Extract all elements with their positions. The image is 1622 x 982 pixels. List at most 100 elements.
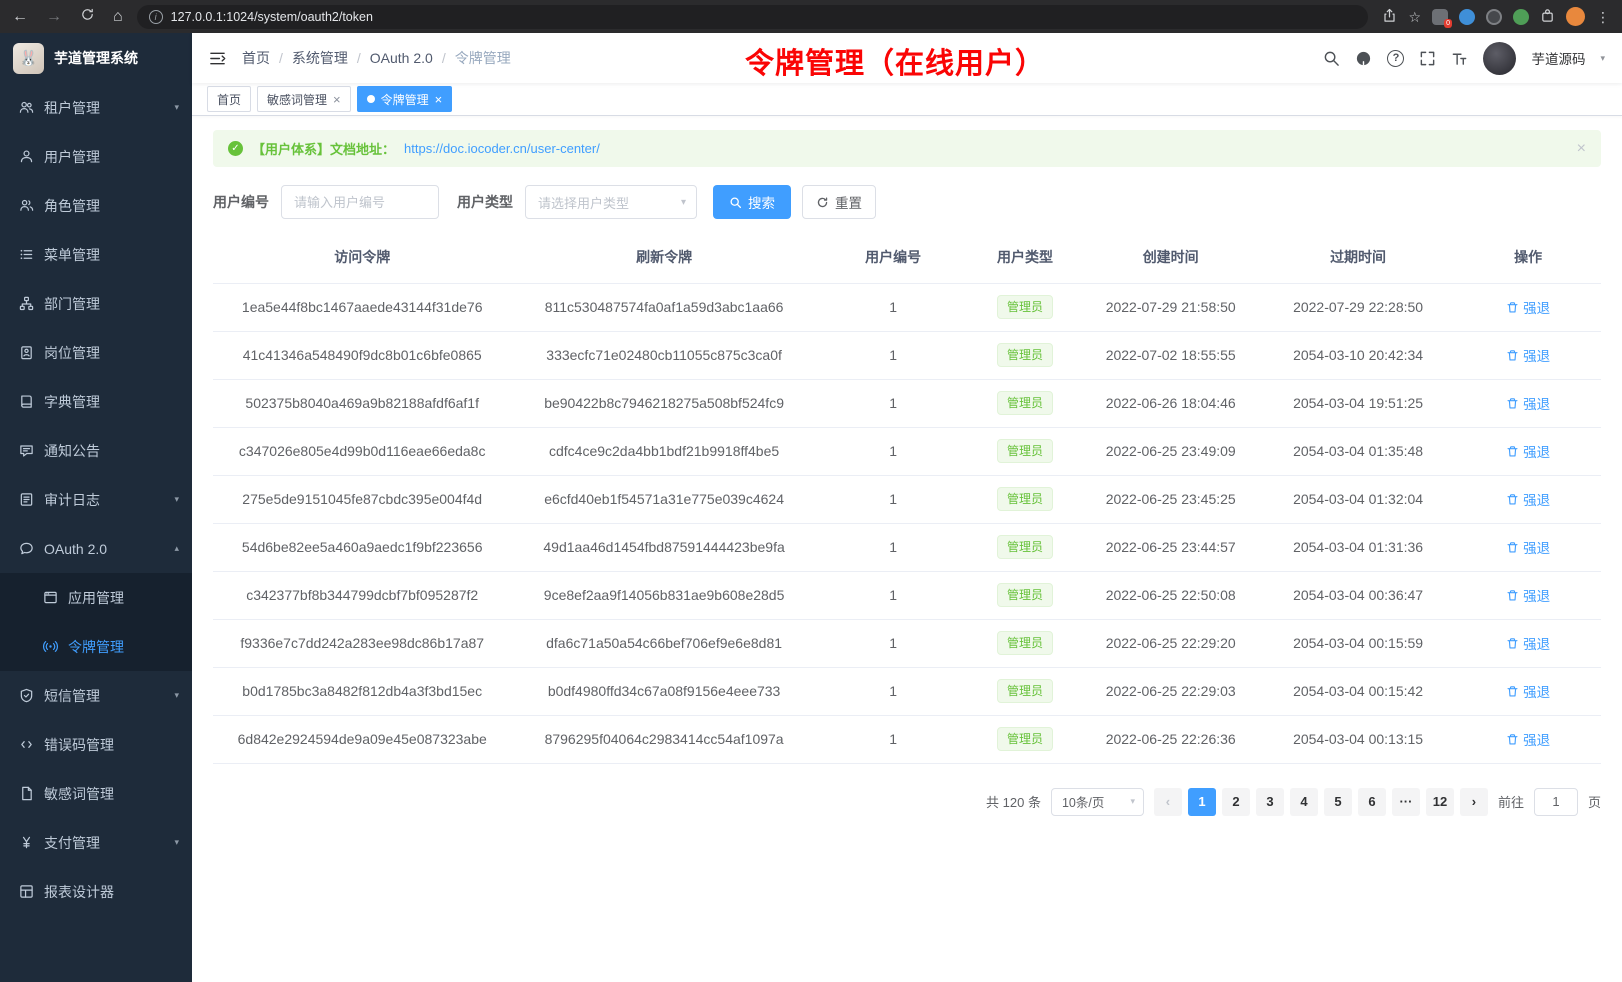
force-logout-label: 强退 <box>1523 441 1550 461</box>
tab-home[interactable]: 首页 <box>207 86 251 112</box>
goto-page-input[interactable] <box>1534 788 1578 816</box>
force-logout-button[interactable]: 强退 <box>1506 441 1550 461</box>
sidebar-item-error-code[interactable]: 错误码管理 <box>0 720 192 769</box>
back-icon[interactable]: ← <box>12 9 28 25</box>
sidebar-item-tenant[interactable]: 租户管理 ▾ <box>0 83 192 132</box>
user-id-cell: 1 <box>817 667 970 715</box>
sidebar-item-oauth[interactable]: OAuth 2.0 ▴ <box>0 524 192 573</box>
sidebar-item-report-designer[interactable]: 报表设计器 <box>0 867 192 916</box>
extension-icon[interactable] <box>1513 9 1529 25</box>
user-type-cell: 管理员 <box>969 619 1080 667</box>
sidebar-item-oauth-tokens[interactable]: 令牌管理 <box>0 622 192 671</box>
page-button[interactable]: 12 <box>1426 788 1454 816</box>
page-button[interactable]: 6 <box>1358 788 1386 816</box>
search-button[interactable]: 搜索 <box>713 185 791 219</box>
browser-menu-icon[interactable]: ⋮ <box>1596 10 1610 24</box>
user-type-badge: 管理员 <box>997 487 1053 511</box>
user-id-input[interactable] <box>281 185 439 219</box>
created-cell: 2022-06-25 22:26:36 <box>1080 715 1260 763</box>
more-pages-button[interactable]: ··· <box>1392 788 1420 816</box>
help-icon[interactable]: ? <box>1387 50 1404 67</box>
sidebar-item-sensitive-word[interactable]: 敏感词管理 <box>0 769 192 818</box>
breadcrumb-item[interactable]: 首页 <box>242 48 270 68</box>
fullscreen-icon[interactable] <box>1419 50 1436 67</box>
close-icon[interactable]: × <box>435 93 443 106</box>
sidebar-item-pay[interactable]: 支付管理 ▾ <box>0 818 192 867</box>
page-button[interactable]: 1 <box>1188 788 1216 816</box>
force-logout-button[interactable]: 强退 <box>1506 585 1550 605</box>
page-button[interactable]: 4 <box>1290 788 1318 816</box>
doc-link[interactable]: https://doc.iocoder.cn/user-center/ <box>404 141 600 156</box>
col-user-type: 用户类型 <box>969 232 1080 283</box>
created-cell: 2022-06-25 22:50:08 <box>1080 571 1260 619</box>
sidebar-item-role[interactable]: 角色管理 <box>0 181 192 230</box>
pagination: 共 120 条 10条/页 ▾ ‹ 1 2 3 4 5 6 ··· 12 › <box>213 788 1601 816</box>
force-logout-button[interactable]: 强退 <box>1506 681 1550 701</box>
shield-icon <box>19 688 34 703</box>
page-size-select[interactable]: 10条/页 ▾ <box>1051 788 1144 816</box>
next-page-button[interactable]: › <box>1460 788 1488 816</box>
site-info-icon[interactable]: i <box>149 10 163 24</box>
sidebar-item-oauth-apps[interactable]: 应用管理 <box>0 573 192 622</box>
report-grid-icon <box>19 884 34 899</box>
font-size-icon[interactable] <box>1451 50 1468 67</box>
expires-cell: 2022-07-29 22:28:50 <box>1261 283 1455 331</box>
sidebar-item-post[interactable]: 岗位管理 <box>0 328 192 377</box>
sidebar-item-label: 用户管理 <box>44 147 179 167</box>
extension-icon[interactable] <box>1459 9 1475 25</box>
address-bar[interactable]: i 127.0.0.1:1024/system/oauth2/token <box>137 5 1369 29</box>
prev-page-button[interactable]: ‹ <box>1154 788 1182 816</box>
tab-token[interactable]: 令牌管理 × <box>357 86 453 112</box>
bookmark-star-icon[interactable]: ☆ <box>1408 10 1421 24</box>
extension-icon[interactable] <box>1486 9 1502 25</box>
force-logout-button[interactable]: 强退 <box>1506 729 1550 749</box>
sidebar-item-user[interactable]: 用户管理 <box>0 132 192 181</box>
username[interactable]: 芋道源码 <box>1531 48 1585 68</box>
extensions-puzzle-icon[interactable] <box>1540 8 1555 25</box>
force-logout-button[interactable]: 强退 <box>1506 537 1550 557</box>
force-logout-button[interactable]: 强退 <box>1506 297 1550 317</box>
share-icon[interactable] <box>1382 8 1397 25</box>
force-logout-button[interactable]: 强退 <box>1506 489 1550 509</box>
github-icon[interactable] <box>1355 50 1372 67</box>
col-created: 创建时间 <box>1080 232 1260 283</box>
user-id-cell: 1 <box>817 619 970 667</box>
expires-cell: 2054-03-04 01:35:48 <box>1261 427 1455 475</box>
app-title: 芋道管理系统 <box>54 48 138 68</box>
user-id-cell: 1 <box>817 571 970 619</box>
sidebar-item-dept[interactable]: 部门管理 <box>0 279 192 328</box>
reload-icon[interactable] <box>80 7 95 26</box>
browser-profile-avatar[interactable] <box>1566 7 1585 26</box>
sidebar-item-dict[interactable]: 字典管理 <box>0 377 192 426</box>
forward-icon[interactable]: → <box>46 9 62 25</box>
force-logout-button[interactable]: 强退 <box>1506 633 1550 653</box>
user-avatar[interactable] <box>1483 42 1516 75</box>
breadcrumb-separator: / <box>442 50 446 66</box>
close-icon[interactable]: × <box>1577 141 1586 157</box>
delete-icon <box>1506 685 1519 698</box>
page-button[interactable]: 5 <box>1324 788 1352 816</box>
user-id-cell: 1 <box>817 475 970 523</box>
reset-button[interactable]: 重置 <box>802 185 876 219</box>
close-icon[interactable]: × <box>333 93 341 106</box>
sidebar-item-sms[interactable]: 短信管理 ▾ <box>0 671 192 720</box>
page-button[interactable]: 3 <box>1256 788 1284 816</box>
sidebar-item-menu[interactable]: 菜单管理 <box>0 230 192 279</box>
page-button[interactable]: 2 <box>1222 788 1250 816</box>
sidebar-item-audit-log[interactable]: 审计日志 ▾ <box>0 475 192 524</box>
col-user-id: 用户编号 <box>817 232 970 283</box>
extension-icon[interactable]: 0 <box>1432 9 1448 25</box>
user-id-label: 用户编号 <box>213 192 269 212</box>
breadcrumb-item[interactable]: 系统管理 <box>292 48 348 68</box>
access-token-cell: 54d6be82ee5a460a9aedc1f9bf223656 <box>213 523 511 571</box>
tab-sensitive-word[interactable]: 敏感词管理 × <box>257 86 351 112</box>
collapse-sidebar-icon[interactable] <box>209 50 226 67</box>
search-icon[interactable] <box>1323 50 1340 67</box>
sidebar-item-notice[interactable]: 通知公告 <box>0 426 192 475</box>
breadcrumb-item[interactable]: OAuth 2.0 <box>370 50 433 66</box>
force-logout-button[interactable]: 强退 <box>1506 393 1550 413</box>
chevron-down-icon[interactable]: ▾ <box>1600 53 1605 64</box>
force-logout-button[interactable]: 强退 <box>1506 345 1550 365</box>
home-icon[interactable]: ⌂ <box>113 9 123 25</box>
user-type-select[interactable]: 请选择用户类型 ▾ <box>525 185 697 219</box>
